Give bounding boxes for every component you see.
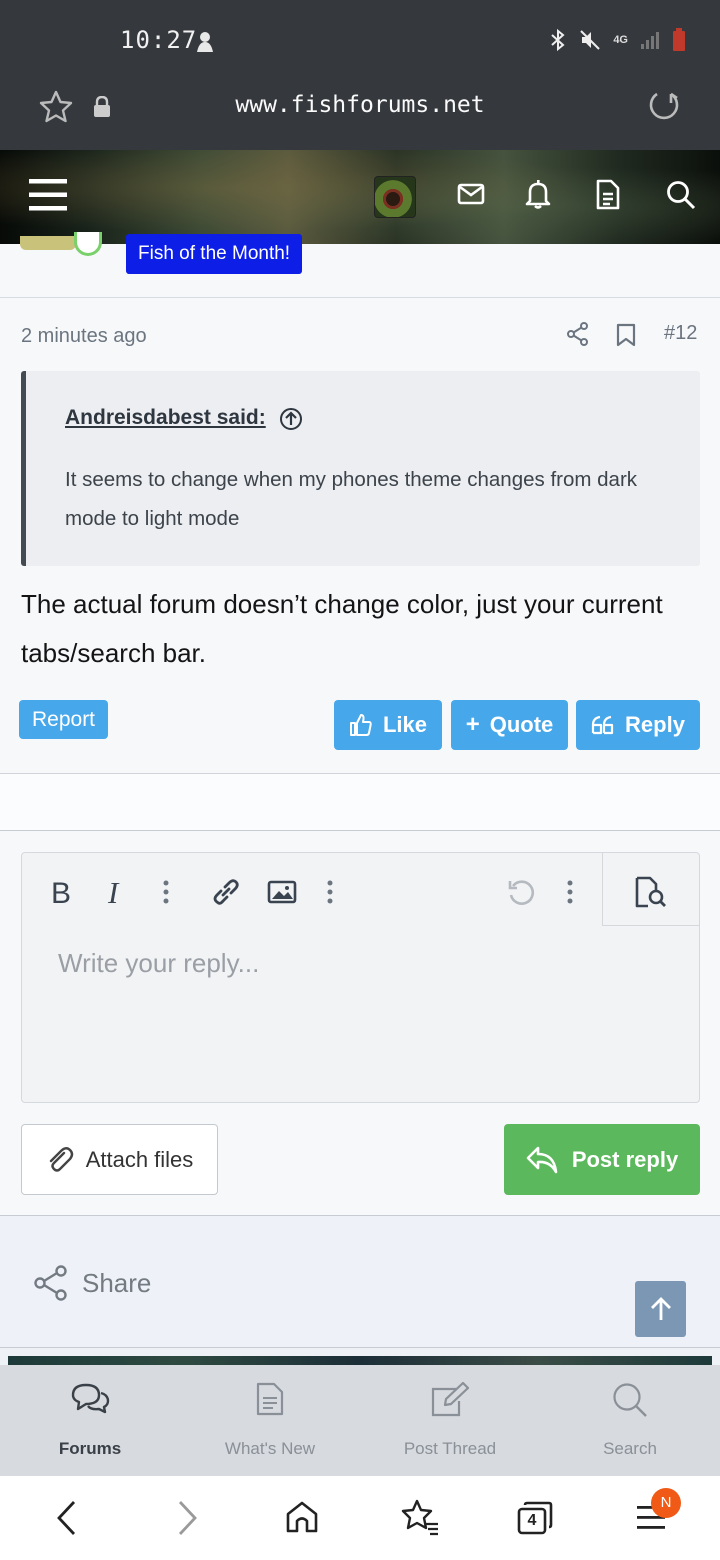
quote-button[interactable]: + Quote — [451, 700, 568, 750]
whats-new-icon — [256, 1382, 284, 1416]
inbox-icon[interactable] — [457, 182, 485, 206]
forums-icon — [71, 1383, 110, 1414]
reply-button[interactable]: Reply — [576, 700, 700, 750]
nav-forums[interactable]: Forums — [0, 1365, 180, 1476]
reply-label: Reply — [625, 712, 685, 737]
arrow-up-icon — [650, 1297, 671, 1320]
quote-label: Quote — [489, 712, 554, 737]
report-button[interactable]: Report — [19, 700, 108, 739]
like-label: Like — [382, 712, 428, 737]
nav-search-label: Search — [603, 1439, 657, 1458]
search-icon — [613, 1383, 647, 1417]
quote-mark-icon — [591, 715, 614, 735]
plus-icon: + — [465, 711, 480, 738]
menu-icon[interactable] — [29, 178, 69, 212]
menu-notification-badge: N — [651, 1488, 681, 1518]
post-reply-button[interactable]: Post reply — [504, 1124, 700, 1195]
quote-text: It seems to change when my phones theme … — [65, 468, 638, 530]
edit-icon — [431, 1381, 470, 1417]
undo-icon[interactable] — [506, 877, 536, 907]
status-icons: 4G — [549, 28, 686, 52]
nav-whats-new-label: What's New — [224, 1439, 316, 1458]
share-label[interactable]: Share — [82, 1268, 151, 1299]
reply-arrow-icon — [526, 1146, 558, 1173]
post-time[interactable]: 2 minutes ago — [21, 325, 147, 348]
alerts-icon[interactable] — [524, 179, 552, 209]
scroll-to-top-button[interactable] — [635, 1281, 686, 1337]
quote-author[interactable]: Andreisdabest said: — [65, 406, 266, 430]
like-button[interactable]: Like — [334, 700, 442, 750]
forward-icon[interactable] — [176, 1500, 198, 1536]
share-post-icon[interactable] — [567, 322, 589, 346]
nav-whats-new[interactable]: What's New — [180, 1365, 360, 1476]
back-icon[interactable] — [56, 1500, 78, 1536]
more-insert-icon[interactable] — [326, 880, 334, 904]
post-reply-label: Post reply — [571, 1146, 679, 1172]
image-icon[interactable] — [267, 880, 297, 904]
link-icon[interactable] — [210, 876, 242, 908]
more-text-icon[interactable] — [162, 880, 170, 904]
nav-forums-label: Forums — [58, 1439, 122, 1458]
thumbs-up-icon — [349, 714, 372, 736]
spacer-band — [0, 774, 720, 831]
status-time: 10:27 — [120, 26, 198, 54]
search-icon[interactable] — [666, 180, 696, 210]
notification-icon — [197, 32, 213, 52]
user-badge: Fish of the Month! — [126, 234, 303, 274]
reload-icon[interactable] — [647, 89, 681, 123]
svg-text:I: I — [107, 878, 120, 906]
nav-search[interactable]: Search — [540, 1365, 720, 1476]
signal-icon — [641, 32, 659, 49]
share-icon[interactable] — [34, 1265, 68, 1301]
nav-post-thread[interactable]: Post Thread — [360, 1365, 540, 1476]
svg-text:B: B — [51, 878, 71, 906]
battery-icon — [673, 28, 685, 51]
preview-icon[interactable] — [634, 876, 668, 908]
whats-new-icon[interactable] — [596, 179, 620, 210]
user-avatar[interactable] — [374, 176, 416, 218]
arrow-up-circle-icon[interactable] — [279, 407, 303, 431]
paperclip-icon — [49, 1146, 73, 1172]
italic-icon[interactable]: I — [106, 878, 128, 906]
bookmarks-icon[interactable] — [400, 1498, 440, 1536]
post-number[interactable]: #12 — [664, 322, 697, 345]
bluetooth-icon — [551, 28, 565, 52]
post-body: The actual forum doesn’t change color, j… — [21, 589, 663, 668]
reply-placeholder[interactable]: Write your reply... — [58, 948, 259, 979]
mute-icon — [580, 30, 601, 50]
attach-files-label: Attach files — [85, 1146, 194, 1172]
nav-post-thread-label: Post Thread — [403, 1439, 497, 1458]
home-icon[interactable] — [285, 1500, 319, 1534]
previous-post-avatar[interactable] — [20, 236, 76, 250]
previous-post — [0, 244, 720, 298]
tab-count: 4 — [527, 1512, 537, 1529]
more-options-icon[interactable] — [566, 880, 574, 904]
url-text[interactable]: www.fishforums.net — [0, 92, 720, 118]
bookmark-icon[interactable] — [616, 323, 636, 347]
bold-icon[interactable]: B — [50, 878, 74, 906]
network-type: 4G — [613, 33, 628, 46]
browser-nav — [0, 1476, 720, 1560]
attach-files-button[interactable]: Attach files — [21, 1124, 218, 1195]
tabs-button[interactable]: 4 — [517, 1501, 553, 1535]
